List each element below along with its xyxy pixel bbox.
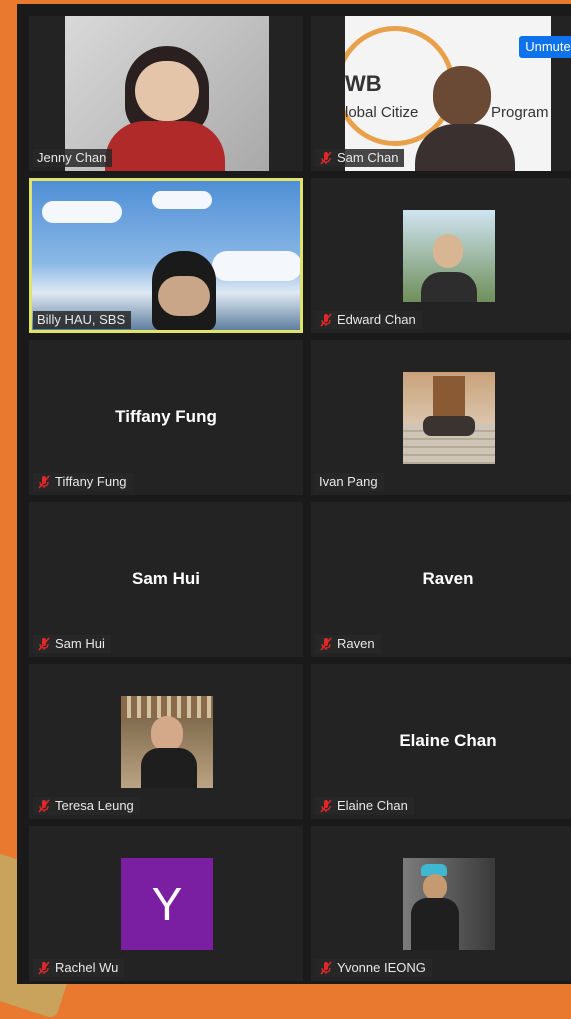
participant-name: Edward Chan (337, 312, 416, 327)
display-name: Raven (422, 568, 474, 588)
participant-name: Sam Chan (337, 150, 399, 165)
mic-muted-icon (38, 961, 50, 975)
name-label: Rachel Wu (33, 959, 125, 977)
tile-edward-chan[interactable]: Edward Chan (311, 178, 571, 333)
shirt (421, 272, 477, 302)
participant-name: Ivan Pang (319, 474, 378, 489)
mic-muted-icon (320, 799, 332, 813)
profile-photo (403, 372, 495, 464)
unmute-button[interactable]: Unmute (519, 36, 571, 58)
tile-raven[interactable]: Raven Raven (311, 502, 571, 657)
profile-photo (403, 858, 495, 950)
cloud (212, 251, 300, 281)
video-feed (65, 16, 269, 171)
name-label: Edward Chan (315, 311, 422, 329)
cloud (152, 191, 212, 209)
participant-name: Tiffany Fung (55, 474, 127, 489)
dog (141, 748, 197, 788)
person-head (433, 66, 491, 126)
group-people (423, 416, 475, 436)
participant-name: Jenny Chan (37, 150, 107, 165)
pergola (121, 696, 213, 718)
background-text-line2b: Program (491, 104, 549, 121)
name-label: Ivan Pang (315, 473, 384, 491)
tile-sam-hui[interactable]: Sam Hui Sam Hui (29, 502, 303, 657)
name-label: Elaine Chan (315, 797, 414, 815)
name-label: Teresa Leung (33, 797, 140, 815)
name-label: Jenny Chan (33, 149, 113, 167)
display-name: Sam Hui (131, 568, 201, 588)
body (411, 898, 459, 950)
participant-name: Teresa Leung (55, 798, 134, 813)
name-label: Raven (315, 635, 381, 653)
face (158, 276, 210, 316)
participant-name: Sam Hui (55, 636, 105, 651)
virtual-background-sky (32, 181, 300, 330)
cloud (42, 201, 122, 223)
mic-muted-icon (320, 313, 332, 327)
participant-name: Rachel Wu (55, 960, 119, 975)
name-label: Sam Chan (315, 149, 405, 167)
meeting-window: Jenny Chan WB lobal Citize Program Unmut… (17, 4, 571, 984)
profile-photo (121, 696, 213, 788)
tile-elaine-chan[interactable]: Elaine Chan Elaine Chan (311, 664, 571, 819)
avatar: Y (121, 858, 213, 950)
display-name: Tiffany Fung (115, 406, 217, 426)
shirt (105, 121, 225, 171)
tile-rachel-wu[interactable]: Y Rachel Wu (29, 826, 303, 981)
mic-muted-icon (320, 961, 332, 975)
mic-muted-icon (38, 637, 50, 651)
name-label: Billy HAU, SBS (33, 311, 132, 329)
name-label: Yvonne IEONG (315, 959, 432, 977)
face (433, 234, 463, 268)
face (135, 61, 199, 121)
person-body (415, 124, 515, 171)
background-text-line2a: lobal Citize (345, 104, 419, 121)
participant-name: Elaine Chan (337, 798, 408, 813)
tile-yvonne-ieong[interactable]: Yvonne IEONG (311, 826, 571, 981)
participant-name: Yvonne IEONG (337, 960, 426, 975)
tile-sam-chan[interactable]: WB lobal Citize Program Unmute ··· Sam C… (311, 16, 571, 171)
name-label: Sam Hui (33, 635, 111, 653)
display-name: Elaine Chan (399, 730, 497, 750)
door (433, 376, 465, 416)
profile-photo (403, 210, 495, 302)
mic-muted-icon (320, 637, 332, 651)
tile-billy-hau[interactable]: Billy HAU, SBS (29, 178, 303, 333)
background-text-line1: WB (345, 71, 382, 96)
mic-muted-icon (38, 799, 50, 813)
mic-muted-icon (320, 151, 332, 165)
tile-ivan-pang[interactable]: Ivan Pang (311, 340, 571, 495)
name-label: Tiffany Fung (33, 473, 133, 491)
participant-name: Raven (337, 636, 375, 651)
participant-name: Billy HAU, SBS (37, 312, 126, 327)
face (151, 716, 183, 752)
tile-teresa-leung[interactable]: Teresa Leung (29, 664, 303, 819)
face (423, 874, 447, 900)
mic-muted-icon (38, 475, 50, 489)
tile-jenny-chan[interactable]: Jenny Chan (29, 16, 303, 171)
tile-tiffany-fung[interactable]: Tiffany Fung Tiffany Fung (29, 340, 303, 495)
